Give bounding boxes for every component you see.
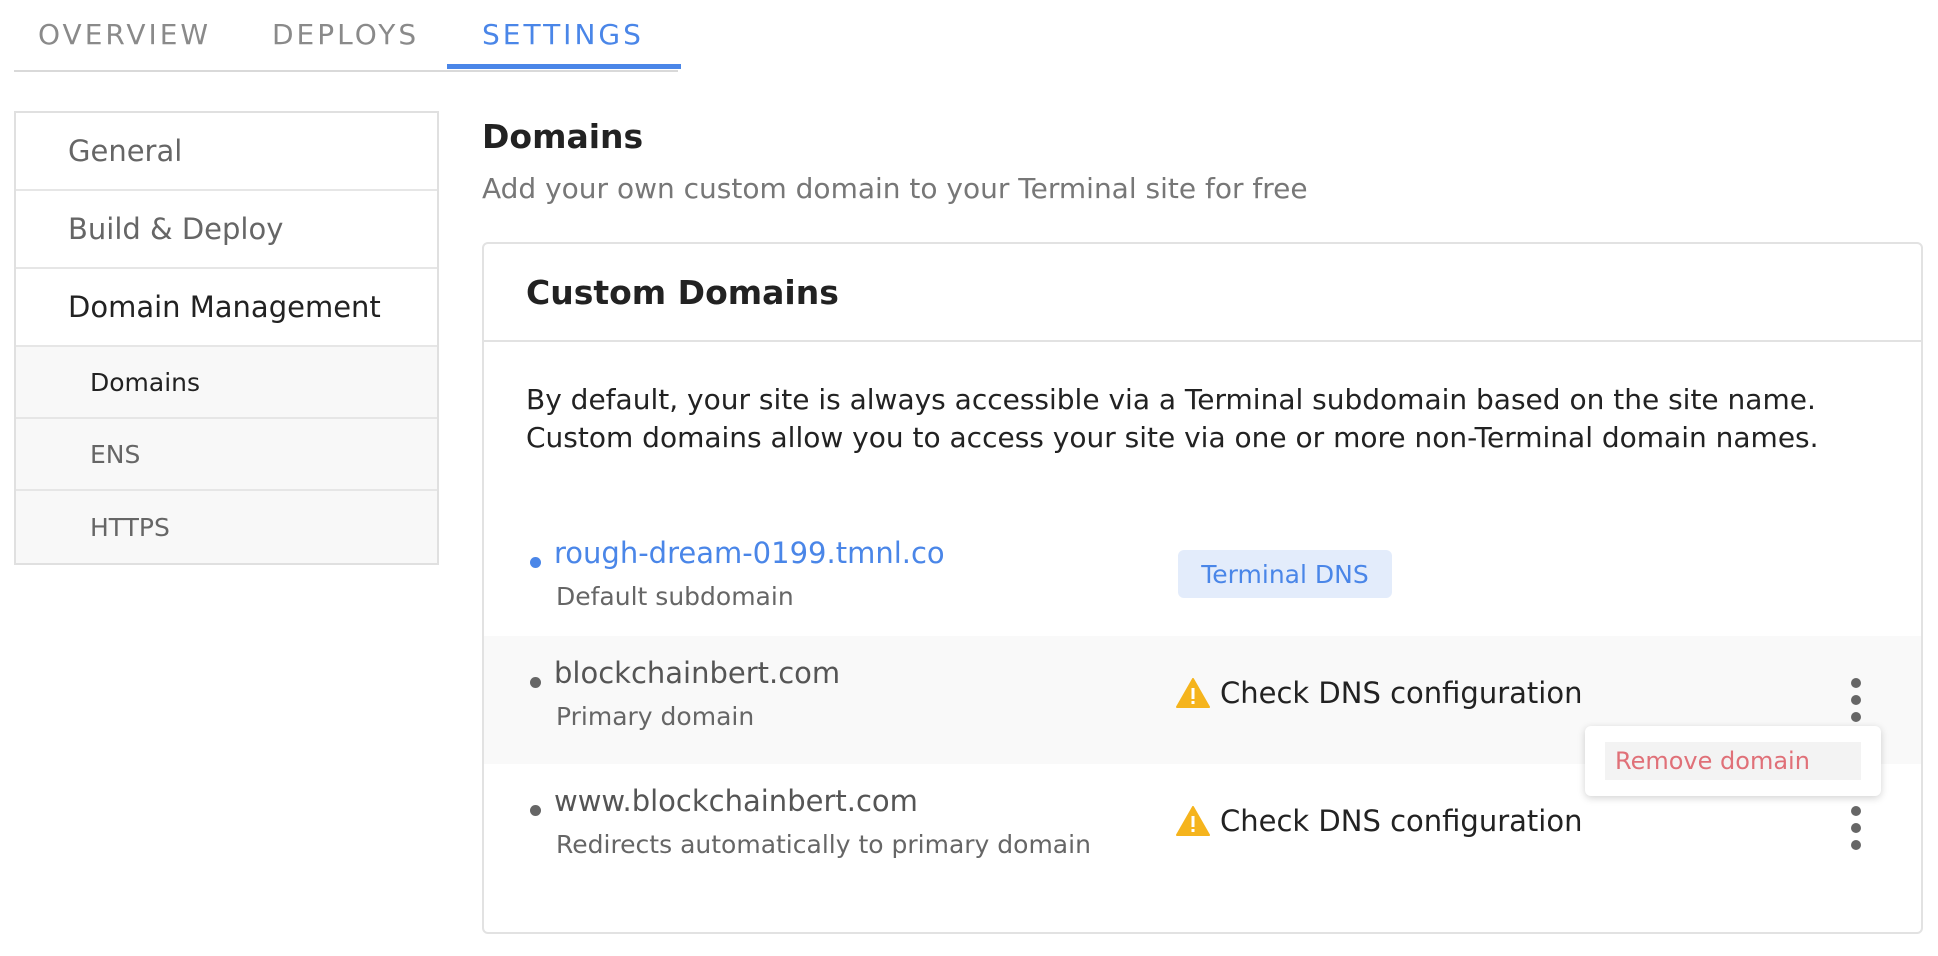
domain-name: www.blockchainbert.com <box>554 784 918 818</box>
page-subtitle: Add your own custom domain to your Termi… <box>482 172 1308 205</box>
dns-status-label: Check DNS configuration <box>1220 804 1583 838</box>
check-dns-status[interactable]: Check DNS configuration <box>1176 676 1582 710</box>
domain-description: Primary domain <box>556 702 755 731</box>
dns-status-label: Check DNS configuration <box>1220 676 1583 710</box>
tab-settings[interactable]: SETTINGS <box>482 18 644 51</box>
domain-description: Default subdomain <box>556 582 794 611</box>
domain-link[interactable]: rough-dream-0199.tmnl.co <box>554 536 945 570</box>
bullet-icon <box>530 805 541 816</box>
sidebar-subitem-domains[interactable]: Domains <box>16 347 437 419</box>
settings-sidebar: General Build & Deploy Domain Management… <box>14 111 439 565</box>
sidebar-subitem-ens[interactable]: ENS <box>16 419 437 491</box>
sidebar-item-build-deploy[interactable]: Build & Deploy <box>16 191 437 269</box>
bullet-icon <box>530 557 541 568</box>
more-vertical-icon[interactable] <box>1844 678 1868 722</box>
remove-domain-button[interactable]: Remove domain <box>1605 742 1861 780</box>
page-title: Domains <box>482 117 644 156</box>
bullet-icon <box>530 677 541 688</box>
tab-overview[interactable]: OVERVIEW <box>38 18 211 51</box>
card-description: By default, your site is always accessib… <box>526 383 1819 454</box>
terminal-dns-badge: Terminal DNS <box>1178 550 1392 598</box>
more-vertical-icon[interactable] <box>1844 806 1868 850</box>
warning-icon <box>1176 678 1210 708</box>
domain-actions-menu: Remove domain <box>1585 726 1881 796</box>
tab-bar: OVERVIEW DEPLOYS SETTINGS <box>14 0 681 72</box>
active-tab-indicator <box>447 64 681 69</box>
domain-row: rough-dream-0199.tmnl.co Default subdoma… <box>484 524 1921 652</box>
warning-icon <box>1176 806 1210 836</box>
tab-deploys[interactable]: DEPLOYS <box>272 18 419 51</box>
sidebar-item-domain-management[interactable]: Domain Management <box>16 269 437 347</box>
custom-domains-card: Custom Domains By default, your site is … <box>482 242 1923 934</box>
domain-name: blockchainbert.com <box>554 656 841 690</box>
sidebar-subitem-https[interactable]: HTTPS <box>16 491 437 563</box>
sidebar-item-general[interactable]: General <box>16 113 437 191</box>
card-title: Custom Domains <box>484 244 1921 342</box>
domain-description: Redirects automatically to primary domai… <box>556 830 1091 859</box>
check-dns-status[interactable]: Check DNS configuration <box>1176 804 1582 838</box>
